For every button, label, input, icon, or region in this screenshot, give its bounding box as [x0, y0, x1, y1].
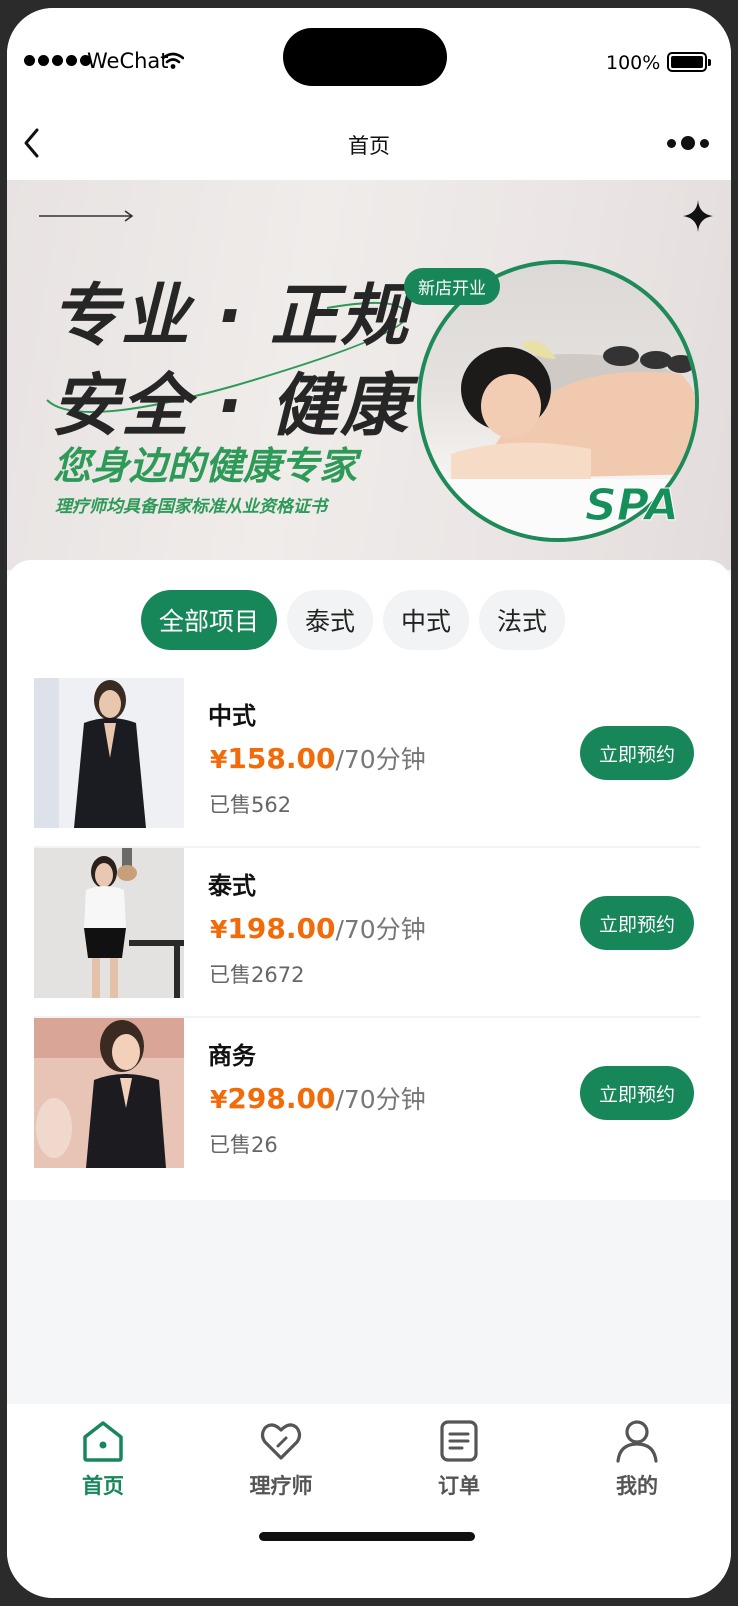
- tab-label: 首页: [82, 1474, 124, 1498]
- battery-percent: 100%: [606, 52, 661, 74]
- product-name: 商务: [208, 1042, 256, 1070]
- battery-icon: [667, 52, 711, 72]
- tab-profile[interactable]: 我的: [577, 1418, 697, 1500]
- currency-symbol: ¥: [210, 915, 228, 944]
- tab-label: 我的: [616, 1474, 658, 1498]
- banner-headline-1: 专业 · 正规: [51, 277, 411, 356]
- product-name: 中式: [208, 702, 256, 730]
- bottom-tab-bar: 首页 理疗师 订单 我的: [7, 1404, 731, 1598]
- currency-symbol: ¥: [210, 745, 228, 774]
- price-duration: /70分钟: [335, 745, 426, 774]
- product-price: ¥ 198.00 /70分钟: [210, 910, 426, 946]
- sold-count: 已售562: [209, 793, 292, 817]
- more-menu-icon[interactable]: [667, 136, 709, 150]
- product-thumbnail[interactable]: [34, 848, 184, 998]
- product-thumbnail[interactable]: [34, 678, 184, 828]
- tab-all[interactable]: 全部项目: [141, 590, 278, 650]
- price-duration: /70分钟: [335, 915, 426, 944]
- tab-orders[interactable]: 订单: [399, 1418, 519, 1500]
- phone-screen: WeChat 100% 首页 专业 · 正规 安全 · 健康 您身边的健康专家 …: [7, 8, 731, 1598]
- sparkle-decoration: [683, 200, 713, 232]
- currency-symbol: ¥: [210, 1085, 228, 1114]
- tab-chinese[interactable]: 中式: [383, 590, 470, 650]
- price-value: 158.00: [227, 742, 336, 775]
- product-price: ¥ 298.00 /70分钟: [210, 1080, 426, 1116]
- status-bar: WeChat 100%: [7, 8, 731, 108]
- book-now-button[interactable]: 立即预约: [580, 896, 694, 950]
- tab-label: 理疗师: [249, 1474, 313, 1498]
- spa-logo: SPA: [585, 480, 680, 532]
- signal-icon: [24, 55, 91, 66]
- sold-count: 已售26: [209, 1133, 278, 1157]
- promo-banner[interactable]: 专业 · 正规 安全 · 健康 您身边的健康专家 理疗师均具备国家标准从业资格证…: [7, 180, 731, 570]
- price-value: 298.00: [227, 1082, 336, 1115]
- order-list-icon: [440, 1420, 478, 1462]
- dynamic-island: [283, 28, 447, 86]
- tab-french[interactable]: 法式: [479, 590, 566, 650]
- page-title: 首页: [348, 134, 390, 158]
- navigation-bar: 首页: [7, 108, 731, 180]
- home-icon: [83, 1421, 123, 1462]
- product-list: 中式 ¥ 158.00 /70分钟 已售562 立即预约 泰式 ¥ 198.00…: [34, 678, 700, 1188]
- tab-label: 订单: [438, 1474, 480, 1498]
- product-name: 泰式: [208, 872, 256, 900]
- home-indicator[interactable]: [259, 1532, 475, 1541]
- book-now-button[interactable]: 立即预约: [580, 726, 694, 780]
- price-value: 198.00: [227, 912, 336, 945]
- heart-icon: [260, 1423, 302, 1460]
- wifi-icon: [162, 52, 184, 69]
- product-card: 全部项目 泰式 中式 法式 中式 ¥ 158.00 /70分钟 已售562 立即…: [7, 560, 731, 1200]
- list-item[interactable]: 泰式 ¥ 198.00 /70分钟 已售2672 立即预约: [34, 848, 700, 1018]
- product-price: ¥ 158.00 /70分钟: [210, 740, 426, 776]
- book-now-button[interactable]: 立即预约: [580, 1066, 694, 1120]
- user-icon: [616, 1420, 658, 1463]
- banner-tagline: 您身边的健康专家: [53, 444, 358, 488]
- tab-thai[interactable]: 泰式: [287, 590, 374, 650]
- banner-subtagline: 理疗师均具备国家标准从业资格证书: [55, 497, 327, 517]
- tab-home[interactable]: 首页: [43, 1418, 163, 1500]
- carrier-label: WeChat: [87, 49, 169, 73]
- list-item[interactable]: 商务 ¥ 298.00 /70分钟 已售26 立即预约: [34, 1018, 700, 1188]
- category-tabs: 全部项目 泰式 中式 法式: [141, 590, 566, 650]
- product-thumbnail[interactable]: [34, 1018, 184, 1168]
- new-store-badge: 新店开业: [404, 268, 500, 305]
- tab-therapist[interactable]: 理疗师: [221, 1418, 341, 1500]
- arrow-decoration: [39, 210, 134, 222]
- sold-count: 已售2672: [209, 963, 305, 987]
- price-duration: /70分钟: [335, 1085, 426, 1114]
- list-item[interactable]: 中式 ¥ 158.00 /70分钟 已售562 立即预约: [34, 678, 700, 848]
